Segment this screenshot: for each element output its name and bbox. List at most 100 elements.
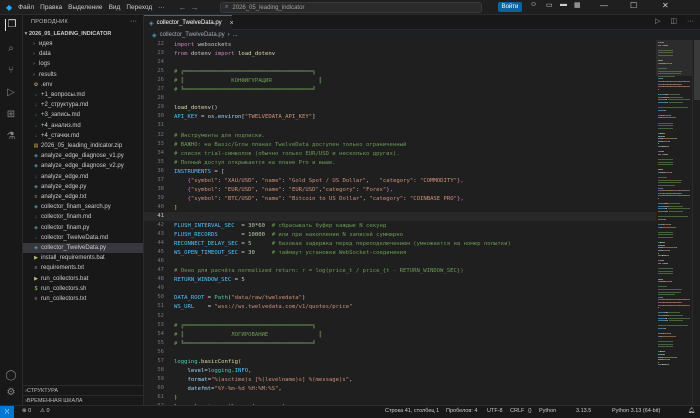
line-number: 31	[157, 122, 164, 129]
tree-item-label: collector_finam_search.py	[41, 204, 111, 211]
tree-folder[interactable]: › results	[23, 70, 143, 80]
account-icon[interactable]: ◯	[5, 370, 17, 382]
warnings-count[interactable]: ⚠ 0	[40, 408, 50, 414]
minimap-line	[671, 86, 679, 88]
code-token: 10000	[248, 232, 265, 239]
tree-folder[interactable]: › logs	[23, 59, 143, 69]
minimap-line	[671, 172, 672, 173]
code-line: # ╚═════════════════════════════════════…	[174, 86, 315, 95]
layout-grid-icon[interactable]: ▦	[574, 1, 581, 9]
more-actions-icon[interactable]: ···	[687, 18, 694, 25]
tree-file[interactable]: ↓ +4_анализ.md	[23, 121, 143, 131]
tree-file[interactable]: ≡ analyze_edge.txt	[23, 192, 143, 202]
code-token: # таймаут установки WebSocket-соединения	[271, 250, 407, 257]
run-icon[interactable]: ▷	[655, 18, 660, 25]
login-button[interactable]: Войти	[498, 2, 522, 12]
minimap-line	[689, 299, 690, 301]
tree-file[interactable]: ◈ analyze_edge_diagnose_v2.py	[23, 161, 143, 171]
tree-file[interactable]: ≡ run_collectors.txt	[23, 294, 143, 304]
tree-file[interactable]: ▤ 2026_05_leading_indicator.zip	[23, 141, 143, 151]
minimap-line	[658, 216, 688, 218]
source-control-icon[interactable]: ⑂	[5, 65, 17, 77]
tree-file[interactable]: ◈ collector_finam_search.py	[23, 202, 143, 212]
breadcrumb-file[interactable]: collector_TwelveData.py	[160, 32, 225, 38]
language-mode[interactable]: Python	[539, 408, 556, 414]
minimap[interactable]	[656, 40, 692, 405]
tree-file[interactable]: ↓ +1_вопросы.md	[23, 90, 143, 100]
tree-file[interactable]: ↓ +4_стачки.md	[23, 131, 143, 141]
close-tab-icon[interactable]: ×	[230, 20, 234, 27]
code-token: FLUSH_RECORDS	[174, 232, 218, 239]
tree-file[interactable]: ↓ collector_TwelveData.md	[23, 233, 143, 243]
code-token: {	[174, 186, 191, 193]
breadcrumb-separator-icon: ›	[227, 32, 230, 38]
encoding[interactable]: UTF-8	[487, 408, 503, 414]
workspace-root[interactable]: ▼ 2026_05_LEADING_INDICATOR	[23, 29, 143, 39]
tree-file[interactable]: ▶ run_collectors.bat	[23, 274, 143, 284]
tree-file[interactable]: $ run_collectors.sh	[23, 284, 143, 294]
menu-go[interactable]: Переход	[126, 4, 152, 11]
tab-collector-twelvedata[interactable]: ◈ collector_TwelveData.py ×	[144, 15, 234, 30]
tree-file[interactable]: ↓ analyze_edge.md	[23, 172, 143, 182]
cursor-position[interactable]: Строка 41, столбец 1	[385, 408, 439, 414]
tree-file[interactable]: ◈ analyze_edge.py	[23, 182, 143, 192]
line-number: 50	[157, 294, 164, 301]
close-icon[interactable]: ✕	[662, 1, 669, 10]
run-debug-icon[interactable]: ▷	[5, 87, 17, 99]
timeline-label: ВРЕМЕННАЯ ШКАЛА	[26, 398, 83, 404]
minimap-line	[662, 117, 676, 119]
maximize-icon[interactable]: ☐	[630, 1, 637, 10]
minimap-line	[658, 286, 667, 288]
menu-file[interactable]: Файл	[18, 4, 34, 11]
tree-file[interactable]: ⚙ .env	[23, 80, 143, 90]
code-editor[interactable]: 22 23 24 25 26 27 28 29 30 31 32 33 34 35 36 37 38 39 40 41…	[144, 40, 656, 405]
tree-file[interactable]: ↓ +3_запись.md	[23, 110, 143, 120]
panel-icon[interactable]: ▬	[560, 1, 567, 8]
menu-more-icon[interactable]: ···	[158, 4, 165, 11]
more-actions-icon[interactable]: ···	[130, 18, 137, 25]
tree-file[interactable]: ◈ collector_TwelveData.py	[23, 243, 143, 253]
split-editor-icon[interactable]: ◫	[670, 18, 677, 25]
tree-file[interactable]: ≡ requirements.txt	[23, 263, 143, 273]
notifications-bell-icon[interactable]: 🔔︎	[688, 408, 695, 414]
code-token: "category"	[322, 186, 356, 193]
code-token: "BTC/USD"	[224, 195, 255, 202]
forward-arrow-icon[interactable]: →	[191, 3, 199, 12]
tree-file[interactable]: ▶ install_requirements.bat	[23, 253, 143, 263]
breadcrumb-more[interactable]: ...	[233, 32, 238, 38]
search-icon[interactable]: ⌕	[5, 43, 17, 55]
python-version[interactable]: 3.13.5	[576, 408, 591, 414]
tree-file[interactable]: ◈ collector_finam.py	[23, 223, 143, 233]
end-of-line[interactable]: CRLF	[510, 408, 524, 414]
menu-selection[interactable]: Выделение	[68, 4, 102, 11]
extensions-icon[interactable]: ⊞	[5, 109, 17, 121]
line-number: 32	[157, 131, 164, 138]
tree-folder[interactable]: › идея	[23, 39, 143, 49]
code-token: # ╚═════════════════════════════════════…	[174, 87, 316, 94]
tree-file[interactable]: ↓ collector_finam.md	[23, 212, 143, 222]
tree-item-label: collector_finam.py	[41, 224, 90, 231]
minimap-slider[interactable]	[656, 40, 692, 76]
errors-count[interactable]: ⊗ 0	[22, 408, 31, 414]
remote-indicator-icon[interactable]: ⟩⟨	[0, 406, 14, 418]
settings-gear-icon[interactable]: ⚙	[5, 387, 17, 399]
tree-file[interactable]: ↓ +2_структура.md	[23, 100, 143, 110]
menu-edit[interactable]: Правка	[40, 4, 62, 11]
testing-icon[interactable]: ⚗	[5, 131, 17, 143]
layout-icon[interactable]: ▭	[546, 1, 553, 9]
tree-folder[interactable]: › data	[23, 49, 143, 59]
indentation[interactable]: Пробелов: 4	[446, 408, 477, 414]
vertical-scrollbar[interactable]	[692, 40, 700, 405]
explorer-icon[interactable]: ❐	[5, 19, 18, 31]
code-token: environ	[217, 114, 242, 121]
account-icon[interactable]: ☺	[530, 1, 537, 8]
menu-view[interactable]: Вид	[109, 4, 121, 11]
command-center-search[interactable]: ⌕ 2026_05_leading_indicator	[220, 2, 482, 13]
code-token: ,	[278, 385, 282, 392]
interpreter[interactable]: Python 3.13 (64-bit)	[612, 408, 660, 414]
tree-file[interactable]: ◈ analyze_edge_diagnose_v1.py	[23, 151, 143, 161]
back-arrow-icon[interactable]: ←	[179, 3, 187, 12]
line-number: 38	[157, 185, 164, 192]
scrollbar-thumb[interactable]	[694, 40, 700, 100]
minimize-icon[interactable]: —	[600, 1, 608, 10]
